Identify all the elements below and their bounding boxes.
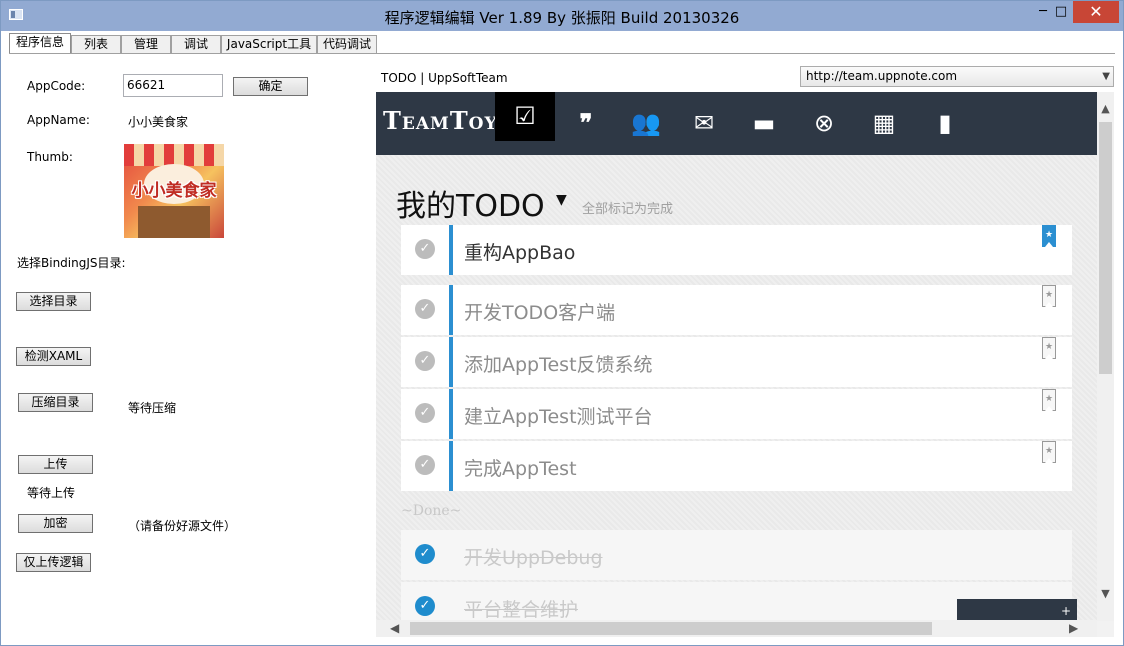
stats-icon[interactable]: ▮ xyxy=(915,104,975,142)
horizontal-scrollbar[interactable]: ◀ ▶ xyxy=(376,620,1097,637)
encrypt-button[interactable]: 加密 xyxy=(18,514,93,533)
compress-dir-button[interactable]: 压缩目录 xyxy=(18,393,93,412)
todo-accent-bar xyxy=(449,441,453,491)
vertical-scrollbar[interactable]: ▲ ▼ xyxy=(1097,92,1114,621)
done-item[interactable]: ✓ 开发UppDebug xyxy=(401,530,1072,580)
thumbnail-door xyxy=(138,206,210,238)
star-bookmark-icon[interactable]: ★ xyxy=(1042,337,1056,359)
todo-text[interactable]: 完成AppTest xyxy=(464,454,577,481)
caret-down-icon[interactable]: ▼ xyxy=(556,192,567,208)
people-icon[interactable]: 👥 xyxy=(616,104,676,142)
window-title: 程序逻辑编辑 Ver 1.89 By 张振阳 Build 20130326 xyxy=(384,9,740,27)
tab-debug[interactable]: 调试 xyxy=(171,35,221,54)
thumbnail-awning xyxy=(124,144,224,166)
todo-item[interactable]: ✓ 建立AppTest测试平台 ★ xyxy=(401,389,1072,439)
tab-javascript-tools[interactable]: JavaScript工具 xyxy=(221,35,317,54)
horizontal-scroll-thumb[interactable] xyxy=(410,622,932,635)
teamtoy-logo[interactable]: TeamToy xyxy=(383,106,498,135)
todo-content: 我的TODO ▼ 全部标记为完成 ✓ 重构AppBao ★ ✓ 开发TODO客户… xyxy=(376,155,1097,632)
add-button[interactable]: + xyxy=(957,599,1077,621)
select-dir-button[interactable]: 选择目录 xyxy=(16,292,91,311)
todo-item[interactable]: ✓ 完成AppTest ★ xyxy=(401,441,1072,491)
scroll-left-icon[interactable]: ◀ xyxy=(390,621,399,635)
chevron-down-icon[interactable]: ▼ xyxy=(1102,67,1110,86)
appname-value: 小小美食家 xyxy=(128,115,189,129)
url-value: http://team.uppnote.com xyxy=(806,69,958,83)
todo-text[interactable]: 重构AppBao xyxy=(464,238,575,265)
quote-icon[interactable]: ❞ xyxy=(556,104,616,142)
close-circle-icon[interactable]: ⊗ xyxy=(794,104,854,142)
todo-accent-bar xyxy=(449,389,453,439)
binding-dir-label: 选择BindingJS目录: xyxy=(17,256,126,270)
confirm-button[interactable]: 确定 xyxy=(233,77,308,96)
title-bar: 程序逻辑编辑 Ver 1.89 By 张振阳 Build 20130326 ─ … xyxy=(1,1,1123,31)
todo-text[interactable]: 开发TODO客户端 xyxy=(464,298,615,325)
briefcase-icon[interactable]: ▬ xyxy=(734,104,794,142)
star-bookmark-icon[interactable]: ★ xyxy=(1042,285,1056,307)
scroll-down-icon[interactable]: ▼ xyxy=(1097,587,1114,600)
appname-label: AppName: xyxy=(27,113,90,127)
appcode-input[interactable]: 66621 xyxy=(123,74,223,97)
upload-status: 等待上传 xyxy=(27,486,76,500)
tab-code-debug[interactable]: 代码调试 xyxy=(317,35,377,54)
todo-icon[interactable]: ☑ xyxy=(495,92,555,141)
thumbnail-logo-text: 小小美食家 xyxy=(131,181,217,201)
done-text[interactable]: 开发UppDebug xyxy=(464,543,603,570)
tab-manage[interactable]: 管理 xyxy=(121,35,171,54)
app-window: 程序逻辑编辑 Ver 1.89 By 张振阳 Build 20130326 ─ … xyxy=(0,0,1124,646)
upload-button[interactable]: 上传 xyxy=(18,455,93,474)
web-browser: TeamToy ☑ ❞ 👥 ✉ ▬ ⊗ ▦ ▮ 我的TODO ▼ 全部标记为完成… xyxy=(376,92,1114,637)
check-icon[interactable]: ✓ xyxy=(415,403,435,423)
check-icon[interactable]: ✓ xyxy=(415,299,435,319)
todo-accent-bar xyxy=(449,337,453,387)
thumb-label: Thumb: xyxy=(27,150,73,164)
url-combobox[interactable]: http://team.uppnote.com ▼ xyxy=(800,66,1114,87)
todo-item[interactable]: ✓ 开发TODO客户端 ★ xyxy=(401,285,1072,335)
check-icon[interactable]: ✓ xyxy=(415,239,435,259)
upload-logic-only-button[interactable]: 仅上传逻辑 xyxy=(16,553,91,572)
tab-list[interactable]: 列表 xyxy=(71,35,121,54)
teamtoy-navbar: TeamToy ☑ ❞ 👥 ✉ ▬ ⊗ ▦ ▮ xyxy=(376,92,1097,155)
scroll-right-icon[interactable]: ▶ xyxy=(1069,621,1078,635)
close-button[interactable]: ✕ xyxy=(1073,1,1119,23)
todo-item[interactable]: ✓ 添加AppTest反馈系统 ★ xyxy=(401,337,1072,387)
app-thumbnail: 小小美食家 xyxy=(124,144,224,238)
checked-icon[interactable]: ✓ xyxy=(415,544,435,564)
star-bookmark-icon[interactable]: ★ xyxy=(1042,441,1056,463)
encrypt-note: （请备份好源文件） xyxy=(128,519,237,533)
check-icon[interactable]: ✓ xyxy=(415,455,435,475)
mail-icon[interactable]: ✉ xyxy=(674,104,734,142)
mark-all-done-link[interactable]: 全部标记为完成 xyxy=(582,198,673,217)
todo-text[interactable]: 添加AppTest反馈系统 xyxy=(464,350,653,377)
compress-status: 等待压缩 xyxy=(128,401,177,415)
tab-divider xyxy=(9,53,1115,54)
checked-icon[interactable]: ✓ xyxy=(415,596,435,616)
done-section-label: ~Done~ xyxy=(401,503,462,519)
check-xaml-button[interactable]: 检测XAML xyxy=(16,347,91,366)
tab-program-info[interactable]: 程序信息 xyxy=(9,33,71,54)
page-title-label: TODO | UppSoftTeam xyxy=(381,71,508,85)
todo-accent-bar xyxy=(449,225,453,275)
star-bookmark-icon[interactable]: ★ xyxy=(1042,389,1056,411)
todo-text[interactable]: 建立AppTest测试平台 xyxy=(464,402,653,429)
todo-item[interactable]: ✓ 重构AppBao ★ xyxy=(401,225,1072,275)
todo-accent-bar xyxy=(449,285,453,335)
vertical-scroll-thumb[interactable] xyxy=(1099,122,1112,374)
appcode-label: AppCode: xyxy=(27,79,86,93)
star-bookmark-icon[interactable]: ★ xyxy=(1042,225,1056,247)
check-icon[interactable]: ✓ xyxy=(415,351,435,371)
todo-heading: 我的TODO xyxy=(396,189,545,224)
calendar-icon[interactable]: ▦ xyxy=(854,104,914,142)
done-text[interactable]: 平台整合维护 xyxy=(464,595,578,622)
scroll-up-icon[interactable]: ▲ xyxy=(1097,102,1114,115)
